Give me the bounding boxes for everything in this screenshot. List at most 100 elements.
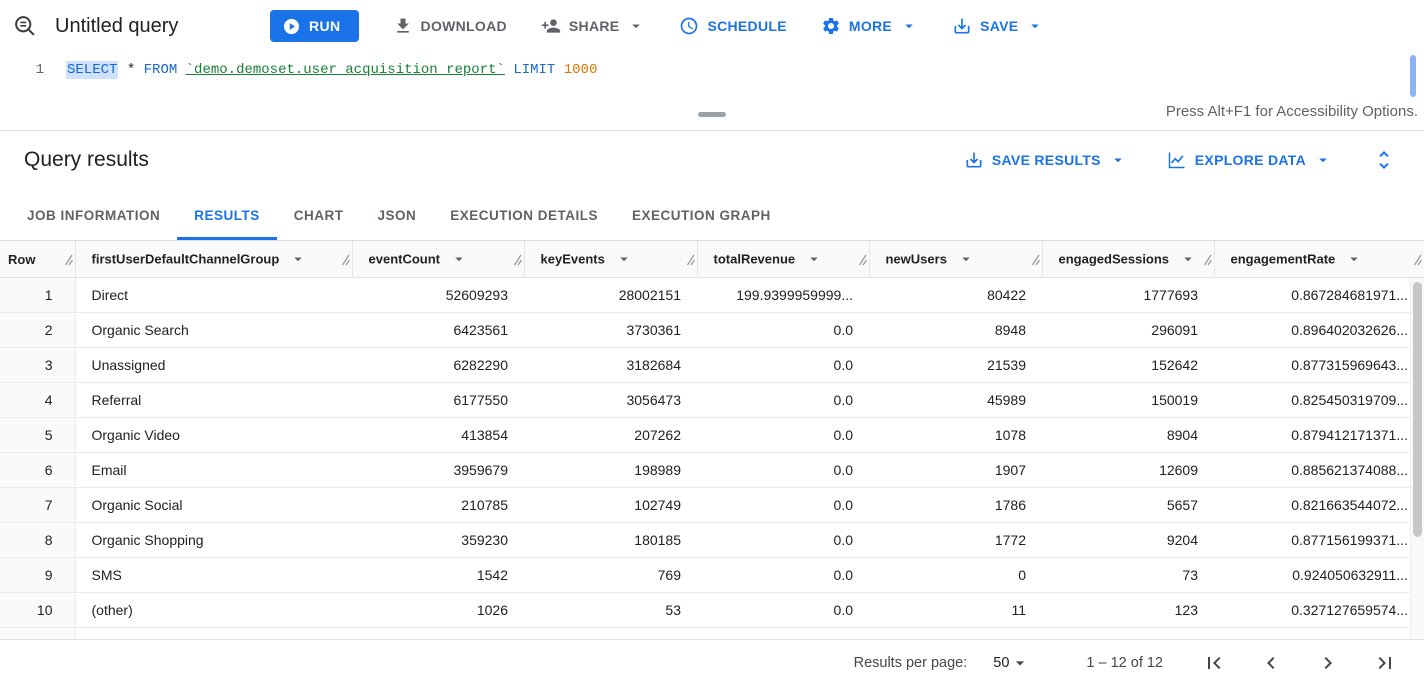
chevron-down-icon (900, 17, 918, 35)
column-label: newUsers (886, 251, 947, 266)
tab-bar: JOB INFORMATIONRESULTSCHARTJSONEXECUTION… (0, 189, 1424, 241)
column-resize-handle[interactable] (341, 253, 350, 269)
column-label: firstUserDefaultChannelGroup (92, 251, 280, 266)
cell: 3730361 (524, 312, 697, 347)
column-dropdown-icon[interactable] (289, 250, 307, 268)
download-icon (393, 16, 413, 36)
save-results-button[interactable]: SAVE RESULTS (964, 142, 1127, 178)
download-button[interactable]: DOWNLOAD (393, 8, 507, 44)
column-resize-handle[interactable] (1031, 253, 1040, 269)
column-dropdown-icon[interactable] (450, 250, 468, 268)
table-scrollbar-thumb[interactable] (1413, 282, 1422, 537)
cell: 0 (869, 557, 1042, 592)
column-resize-handle[interactable] (1413, 253, 1422, 269)
column-label: keyEvents (541, 251, 605, 266)
sql-token-keyword: FROM (144, 62, 178, 78)
column-header-Row[interactable]: Row (0, 241, 75, 277)
first-page-button[interactable] (1201, 650, 1227, 676)
last-page-icon (1373, 651, 1397, 675)
chevron-left-icon (1259, 651, 1283, 675)
schedule-label: SCHEDULE (707, 18, 786, 34)
tab-execution-details[interactable]: EXECUTION DETAILS (433, 192, 615, 240)
cell: 21539 (869, 347, 1042, 382)
column-header-keyEvents[interactable]: keyEvents (524, 241, 697, 277)
share-button[interactable]: SHARE (541, 8, 646, 44)
cell: Organic Social (75, 487, 352, 522)
tab-job-information[interactable]: JOB INFORMATION (10, 192, 177, 240)
cell: 0.885621374088... (1214, 452, 1424, 487)
column-header-totalRevenue[interactable]: totalRevenue (697, 241, 869, 277)
column-dropdown-icon[interactable] (805, 250, 823, 268)
cell: 6423561 (352, 312, 524, 347)
pager-controls (1201, 650, 1398, 676)
column-dropdown-icon[interactable] (957, 250, 975, 268)
more-label: MORE (849, 18, 892, 34)
column-dropdown-icon[interactable] (1179, 250, 1197, 268)
column-header-engagementRate[interactable]: engagementRate (1214, 241, 1424, 277)
column-header-engagedSessions[interactable]: engagedSessions (1042, 241, 1214, 277)
cell: Paid Social (75, 627, 352, 639)
row-number-cell: 1 (0, 277, 75, 312)
sql-editor[interactable]: 1 SELECT * FROM `demo.demoset.user_acqui… (0, 52, 1424, 98)
next-page-button[interactable] (1315, 650, 1341, 676)
table-header-row: Row firstUserDefaultChannelGroup eventCoun… (0, 241, 1424, 277)
cell: 28002151 (524, 277, 697, 312)
cell: 0.0 (697, 347, 869, 382)
accessibility-hint: Press Alt+F1 for Accessibility Options. (1166, 103, 1418, 120)
page-size-select[interactable]: 50 (993, 653, 1030, 673)
cell: 3056473 (524, 382, 697, 417)
row-number-cell: 2 (0, 312, 75, 347)
column-resize-handle[interactable] (64, 253, 73, 269)
chevron-down-icon (1010, 653, 1030, 673)
column-dropdown-icon[interactable] (1345, 250, 1363, 268)
cell: 0.0 (697, 312, 869, 347)
sql-code[interactable]: SELECT * FROM `demo.demoset.user_acquisi… (66, 52, 597, 98)
unfold-more-icon (1372, 148, 1396, 172)
cell: 1026 (352, 592, 524, 627)
save-results-label: SAVE RESULTS (992, 152, 1101, 168)
cell: 0.0 (697, 592, 869, 627)
cell: 0.0 (697, 382, 869, 417)
run-label: RUN (309, 18, 341, 34)
cell: 0.825450319709... (1214, 382, 1424, 417)
row-number-cell: 9 (0, 557, 75, 592)
cell: Unassigned (75, 347, 352, 382)
pane-resize-handle[interactable] (698, 112, 726, 117)
column-resize-handle[interactable] (858, 253, 867, 269)
table-row: 11Paid Social9971940.091.0 (0, 627, 1424, 639)
schedule-button[interactable]: SCHEDULE (679, 8, 786, 44)
tab-results[interactable]: RESULTS (177, 192, 277, 240)
toolbar-actions: RUN DOWNLOAD SHARE SCHEDULE (270, 8, 1044, 44)
row-number-cell: 4 (0, 382, 75, 417)
tab-json[interactable]: JSON (361, 192, 434, 240)
cell: 8948 (869, 312, 1042, 347)
column-resize-handle[interactable] (1203, 253, 1212, 269)
cell: 80422 (869, 277, 1042, 312)
last-page-button[interactable] (1372, 650, 1398, 676)
column-resize-handle[interactable] (513, 253, 522, 269)
cell: 0.0 (697, 487, 869, 522)
column-header-eventCount[interactable]: eventCount (352, 241, 524, 277)
run-button[interactable]: RUN (270, 10, 359, 42)
save-button[interactable]: SAVE (952, 8, 1044, 44)
sql-token-plain (555, 62, 563, 78)
column-resize-handle[interactable] (686, 253, 695, 269)
column-header-firstUserDefaultChannelGroup[interactable]: firstUserDefaultChannelGroup (75, 241, 352, 277)
cell: 6177550 (352, 382, 524, 417)
prev-page-button[interactable] (1258, 650, 1284, 676)
editor-scrollbar[interactable] (1410, 55, 1416, 97)
results-table: Row firstUserDefaultChannelGroup eventCoun… (0, 241, 1424, 639)
results-actions: SAVE RESULTS EXPLORE DATA (964, 142, 1396, 178)
tab-chart[interactable]: CHART (277, 192, 361, 240)
share-label: SHARE (569, 18, 620, 34)
explore-data-button[interactable]: EXPLORE DATA (1167, 142, 1332, 178)
column-label: Row (8, 252, 35, 267)
table-scrollbar[interactable] (1410, 278, 1424, 639)
tab-execution-graph[interactable]: EXECUTION GRAPH (615, 192, 788, 240)
more-button[interactable]: MORE (821, 8, 918, 44)
expand-results-button[interactable] (1372, 148, 1396, 172)
row-number-cell: 11 (0, 627, 75, 639)
column-dropdown-icon[interactable] (615, 250, 633, 268)
sql-token-table[interactable]: `demo.demoset.user_acquisition_report` (186, 62, 505, 78)
column-header-newUsers[interactable]: newUsers (869, 241, 1042, 277)
